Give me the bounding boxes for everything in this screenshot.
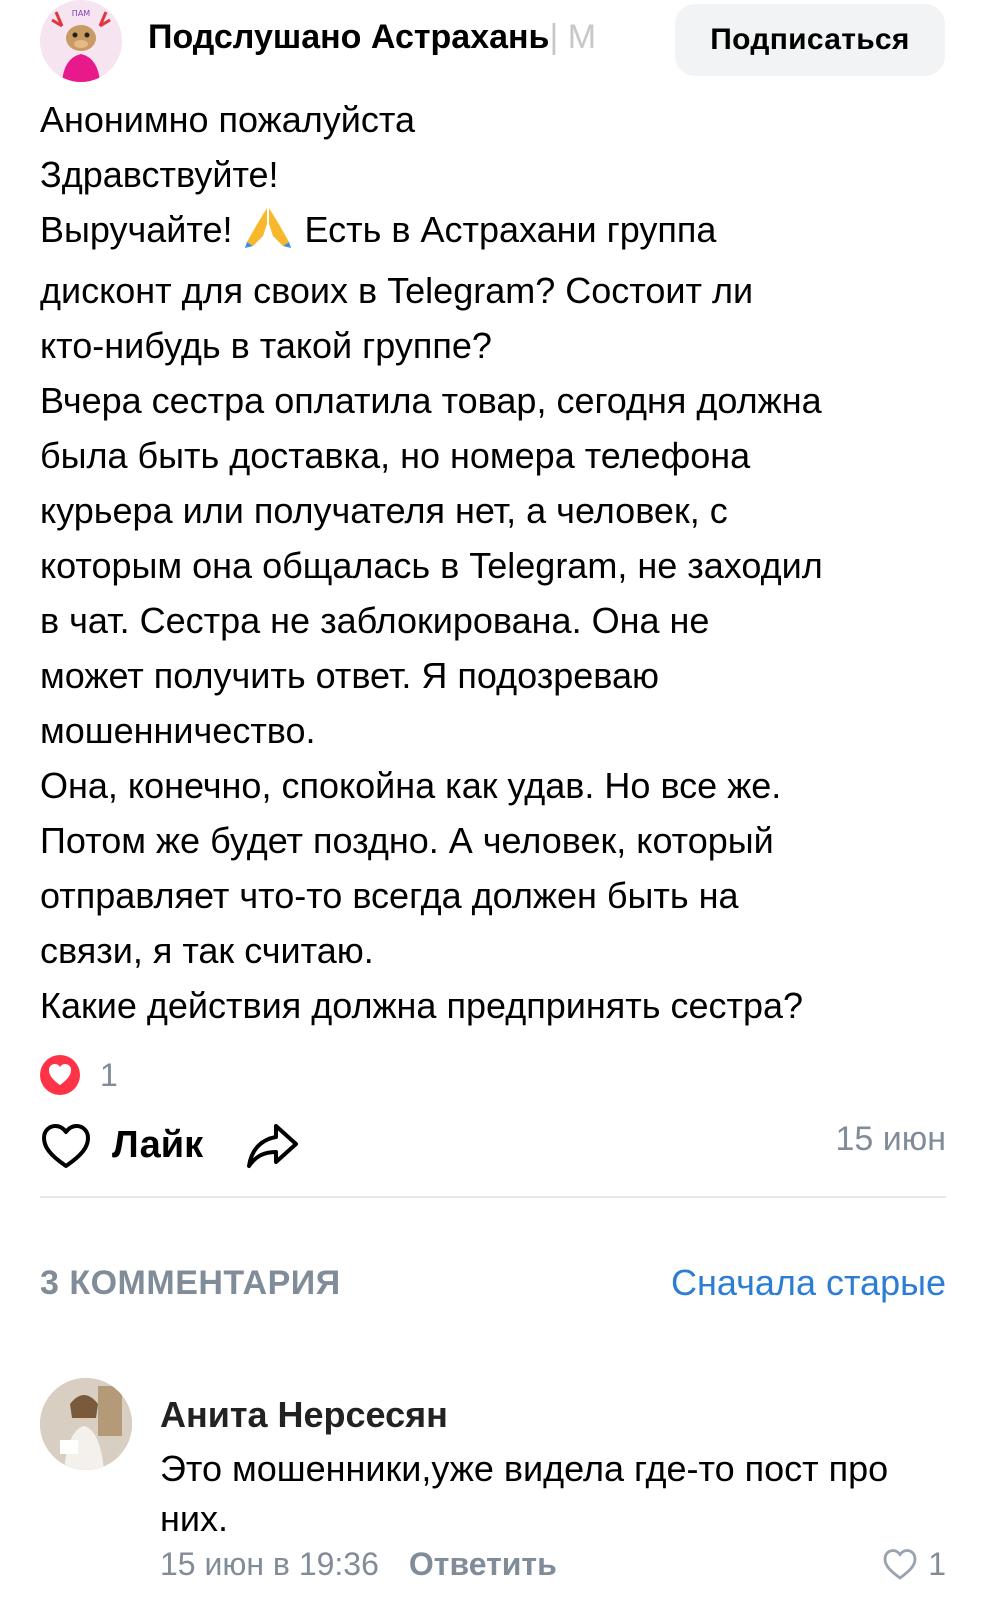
like-button[interactable]: Лайк <box>112 1124 203 1167</box>
post-line: которым она общалась в Telegram, не захо… <box>40 545 823 586</box>
heart-reaction-icon <box>40 1055 80 1095</box>
post-date: 15 июн <box>835 1120 946 1158</box>
post-line: в чат. Сестра не заблокирована. Она не <box>40 600 710 641</box>
folded-hands-emoji-icon <box>243 206 295 263</box>
post-line: кто-нибудь в такой группе? <box>40 325 492 366</box>
comments-count: 3 КОММЕНТАРИЯ <box>40 1264 341 1302</box>
post-line: Потом же будет поздно. А человек, которы… <box>40 820 774 861</box>
post-actions: Лайк 15 июн <box>40 1118 946 1178</box>
comment-author[interactable]: Анита Нерсесян <box>160 1394 448 1436</box>
post-line: мошенничество. <box>40 710 316 751</box>
comment-meta: 15 июн в 19:36 Ответить <box>160 1546 557 1583</box>
comment-time: 15 июн в 19:36 <box>160 1546 379 1582</box>
post-line: связи, я так считаю. <box>40 930 374 971</box>
avatar-text: ПАМ <box>72 9 90 18</box>
comment-like-count: 1 <box>928 1546 946 1582</box>
post-line: Какие действия должна предпринять сестра… <box>40 985 804 1026</box>
divider <box>40 1196 946 1198</box>
sort-order-button[interactable]: Сначала старые <box>671 1262 946 1304</box>
comment-item: Анита Нерсесян Это мошенники,уже видела … <box>40 1378 946 1600</box>
avatar[interactable] <box>40 1378 132 1470</box>
post-line: Анонимно пожалуйста <box>40 99 415 140</box>
post-line: Здравствуйте! <box>40 154 279 195</box>
post-line: Она, конечно, спокойна как удав. Но все … <box>40 765 782 806</box>
comments-header: 3 КОММЕНТАРИЯ Сначала старые <box>40 1262 946 1310</box>
group-name-overflow: | М <box>549 18 597 56</box>
subscribe-button[interactable]: Подписаться <box>675 4 945 76</box>
comment-text: Это мошенники,уже видела где-то пост про… <box>160 1448 889 1539</box>
group-avatar[interactable]: ПАМ <box>40 0 122 82</box>
post-line-part: Выручайте! <box>40 209 233 250</box>
reaction-count: 1 <box>100 1057 118 1093</box>
reply-button[interactable]: Ответить <box>409 1546 557 1582</box>
share-icon[interactable] <box>244 1120 300 1174</box>
post-line: может получить ответ. Я подозреваю <box>40 655 660 696</box>
group-name-text: Подслушано Астрахань <box>148 18 550 56</box>
group-name[interactable]: Подслушано Астрахань| М <box>148 18 634 57</box>
post-line: курьера или получателя нет, а человек, с <box>40 490 728 531</box>
post-line: была быть доставка, но номера телефона <box>40 435 751 476</box>
post-line: дисконт для своих в Telegram? Состоит ли <box>40 270 754 311</box>
post-header: ПАМ Подслушано Астрахань| М Подписаться <box>0 0 986 84</box>
comment-like-button[interactable]: 1 <box>882 1546 946 1586</box>
heart-outline-icon <box>883 1549 917 1580</box>
heart-outline-icon[interactable] <box>40 1122 92 1170</box>
post-line: отправляет что-то всегда должен быть на <box>40 875 739 916</box>
post-line-part: Есть в Астрахани группа <box>304 209 717 250</box>
post-text: Анонимно пожалуйста Здравствуйте! Выруча… <box>40 92 960 1033</box>
post-line: Вчера сестра оплатила товар, сегодня дол… <box>40 380 822 421</box>
post-line: Выручайте! Есть в Астрахани группа <box>40 202 960 263</box>
